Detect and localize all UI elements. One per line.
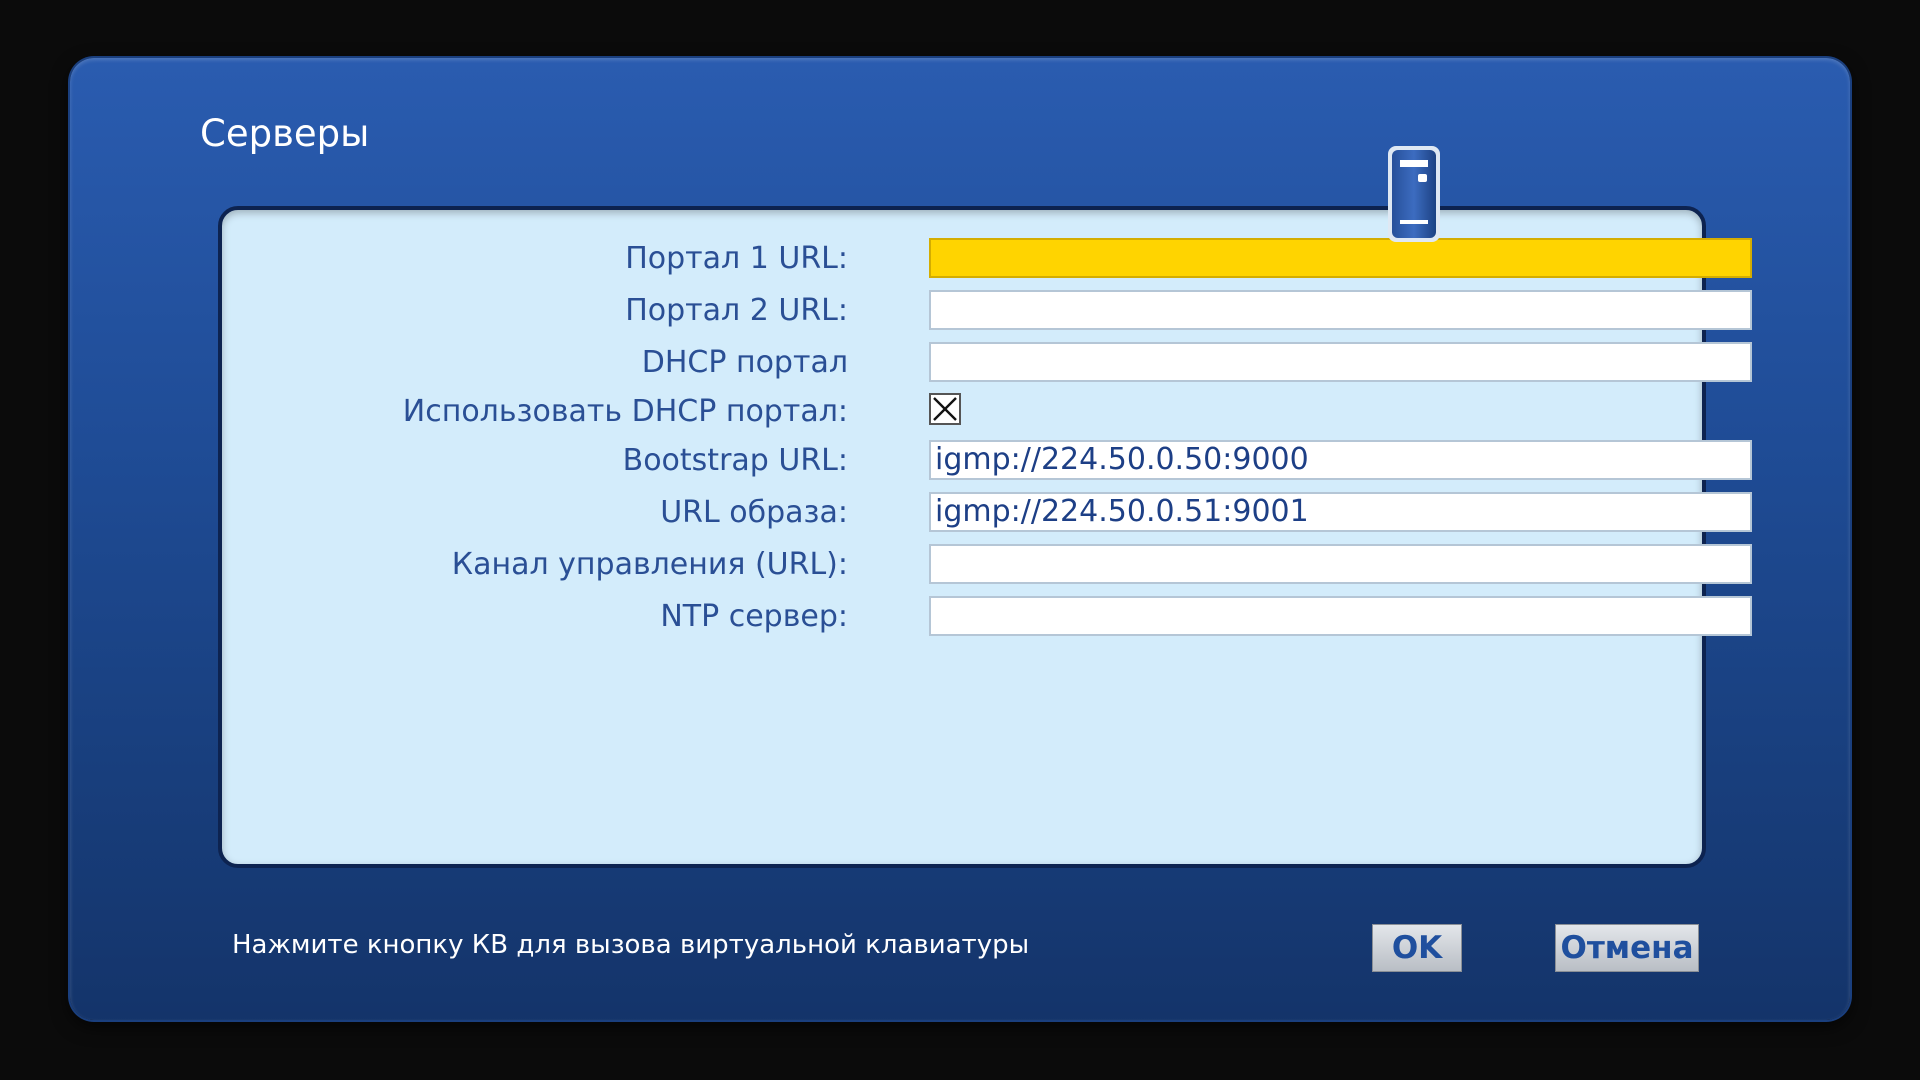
use-dhcp-portal-label: Использовать DHCP портал: (402, 394, 848, 429)
portal-1-label: Портал 1 URL: (625, 241, 848, 276)
row-image-url: URL образа: igmp://224.50.0.51:9001 (222, 490, 1752, 536)
bootstrap-url-input[interactable]: igmp://224.50.0.50:9000 (929, 440, 1752, 480)
x-mark-icon (933, 397, 957, 421)
dialog-title: Серверы (200, 112, 370, 155)
row-bootstrap-url: Bootstrap URL: igmp://224.50.0.50:9000 (222, 438, 1752, 484)
row-portal-2: Портал 2 URL: (222, 288, 1752, 334)
control-channel-url-input[interactable] (929, 544, 1752, 584)
use-dhcp-portal-checkbox[interactable] (929, 393, 961, 425)
settings-panel: Портал 1 URL: Портал 2 URL: DHCP портал … (218, 206, 1752, 868)
screen: Серверы Портал 1 URL: Портал 2 URL: DHCP… (0, 0, 1920, 1080)
control-channel-label: Канал управления (URL): (451, 547, 848, 582)
ntp-server-input[interactable] (929, 596, 1752, 636)
dhcp-portal-input[interactable] (929, 342, 1752, 382)
portal-1-url-input[interactable] (929, 238, 1752, 278)
row-control-channel: Канал управления (URL): (222, 542, 1752, 588)
cancel-button[interactable]: Отмена (1555, 924, 1699, 972)
servers-dialog: Серверы Портал 1 URL: Портал 2 URL: DHCP… (70, 58, 1850, 1020)
dhcp-portal-label: DHCP портал (641, 345, 848, 380)
ok-button[interactable]: OK (1372, 924, 1462, 972)
row-ntp-server: NTP сервер: (222, 594, 1752, 640)
image-url-input[interactable]: igmp://224.50.0.51:9001 (929, 492, 1752, 532)
ntp-server-label: NTP сервер: (660, 599, 848, 634)
server-icon (1386, 144, 1442, 244)
portal-2-url-input[interactable] (929, 290, 1752, 330)
row-use-dhcp-portal: Использовать DHCP портал: (222, 389, 1702, 435)
row-dhcp-portal: DHCP портал (222, 340, 1752, 386)
image-url-label: URL образа: (660, 495, 848, 530)
bootstrap-url-label: Bootstrap URL: (622, 443, 848, 478)
portal-2-label: Портал 2 URL: (625, 293, 848, 328)
row-portal-1: Портал 1 URL: (222, 236, 1752, 282)
keyboard-hint: Нажмите кнопку КВ для вызова виртуальной… (232, 930, 1030, 960)
